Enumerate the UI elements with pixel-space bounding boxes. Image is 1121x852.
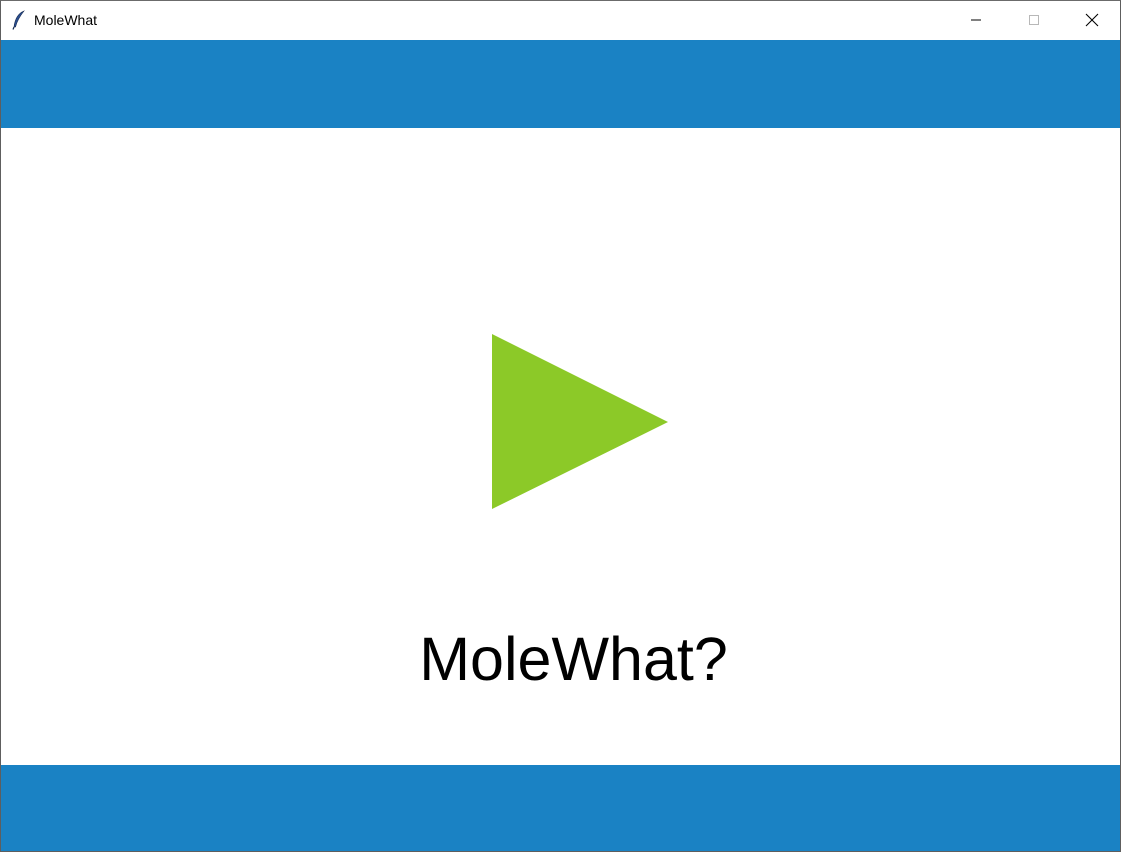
play-icon: [492, 334, 668, 510]
minimize-icon: [970, 14, 982, 26]
main-content: MoleWhat?: [1, 128, 1120, 765]
close-button[interactable]: [1063, 1, 1120, 39]
header-band: [1, 40, 1120, 128]
minimize-button[interactable]: [947, 1, 1005, 39]
window-title: MoleWhat: [34, 12, 98, 28]
app-heading: MoleWhat?: [419, 625, 728, 693]
maximize-icon: [1028, 14, 1040, 26]
play-button[interactable]: [492, 334, 668, 510]
feather-icon: [11, 10, 27, 30]
footer-band: [1, 765, 1120, 851]
maximize-button[interactable]: [1005, 1, 1063, 39]
app-window: MoleWhat MoleWhat?: [0, 0, 1121, 852]
close-icon: [1085, 13, 1099, 27]
title-bar[interactable]: MoleWhat: [1, 1, 1120, 39]
